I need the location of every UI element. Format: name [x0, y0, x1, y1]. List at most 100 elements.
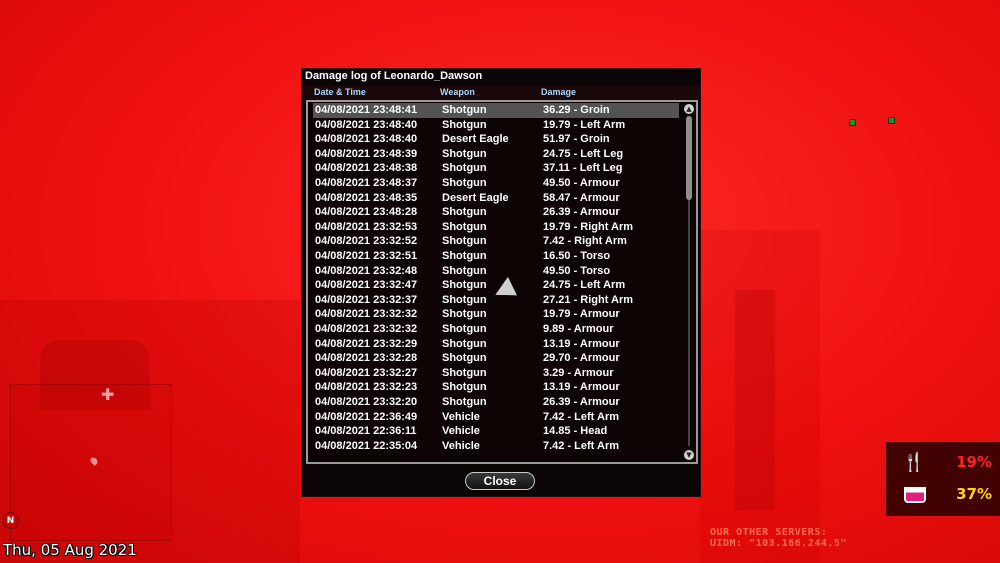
list-item[interactable]: 04/08/2021 23:32:52 Shotgun 7.42 - Right A… [313, 234, 679, 249]
cell-date: 04/08/2021 23:32:52 [315, 235, 418, 248]
cell-weapon: Shotgun [442, 118, 487, 131]
list-item[interactable]: 04/08/2021 23:32:20 Shotgun 26.39 - Armour [313, 395, 679, 410]
cell-date: 04/08/2021 23:48:40 [315, 118, 418, 131]
cell-date: 04/08/2021 23:48:28 [315, 206, 418, 219]
cell-date: 04/08/2021 23:48:37 [315, 177, 418, 189]
stats-hud: 🍴 19% 37% [886, 442, 1000, 516]
list-item[interactable]: 04/08/2021 23:48:40 Shotgun 19.79 - Left A… [313, 118, 679, 133]
dialog-title: Damage log of Leonardo_Dawson [305, 70, 483, 82]
hunger-value: 19% [956, 453, 992, 471]
list-item[interactable]: 04/08/2021 23:48:35 Desert Eagle 58.47 - A… [313, 191, 679, 206]
list-item[interactable]: 04/08/2021 22:36:49 Vehicle 7.42 - Left Ar… [313, 410, 679, 425]
cell-date: 04/08/2021 23:32:53 [315, 220, 418, 233]
list-item[interactable]: 04/08/2021 23:48:41 Shotgun 36.29 - Groin [313, 103, 679, 118]
radar-blip [888, 117, 895, 124]
cell-damage: 27.21 - Right Arm [543, 293, 634, 306]
cell-weapon: Shotgun [442, 235, 487, 248]
column-header-date[interactable]: Date & Time [314, 87, 366, 97]
world-shape [735, 290, 775, 510]
cell-weapon: Shotgun [442, 352, 487, 365]
list-item[interactable]: 04/08/2021 23:48:37 Shotgun 49.50 - Armour [313, 176, 679, 191]
cell-date: 04/08/2021 23:32:32 [315, 308, 418, 321]
list-item[interactable]: 04/08/2021 23:32:32 Shotgun 19.79 - Armour [313, 307, 679, 322]
server-line: UIDM: "103.166.244.5" [710, 538, 847, 549]
cell-damage: 13.19 - Armour [543, 337, 620, 350]
cell-date: 04/08/2021 23:32:32 [315, 323, 418, 335]
cell-damage: 7.42 - Left Arm [543, 410, 620, 423]
close-button[interactable]: Close [465, 472, 535, 490]
cell-damage: 19.79 - Left Arm [543, 118, 626, 131]
list-item[interactable]: 04/08/2021 23:32:47 Shotgun 24.75 - Left A… [313, 278, 679, 293]
radar-blip [849, 119, 856, 126]
cell-date: 04/08/2021 23:32:48 [315, 264, 418, 277]
list-item[interactable]: 04/08/2021 23:48:40 Desert Eagle 51.97 - G… [313, 132, 679, 147]
cell-date: 04/08/2021 23:48:41 [315, 104, 418, 116]
cell-date: 04/08/2021 23:32:47 [315, 279, 418, 292]
cell-date: 04/08/2021 23:32:51 [315, 250, 418, 262]
list-item[interactable]: 04/08/2021 23:48:38 Shotgun 37.11 - Left L… [313, 161, 679, 176]
list-item[interactable]: 04/08/2021 23:32:29 Shotgun 13.19 - Armour [313, 337, 679, 352]
cell-damage: 7.42 - Right Arm [543, 235, 627, 248]
cell-weapon: Shotgun [442, 381, 487, 394]
list-item[interactable]: 04/08/2021 23:32:53 Shotgun 19.79 - Right … [313, 220, 679, 235]
hospital-icon: ✚ [101, 385, 115, 404]
cell-damage: 49.50 - Armour [543, 177, 620, 189]
cell-weapon: Shotgun [442, 293, 487, 306]
cell-date: 04/08/2021 23:32:28 [315, 352, 418, 365]
cup-icon [904, 487, 926, 503]
scroll-down-icon[interactable]: ▼ [684, 450, 694, 460]
server-info: OUR OTHER SERVERS: UIDM: "103.166.244.5" [710, 527, 847, 549]
list-item[interactable]: 04/08/2021 23:32:32 Shotgun 9.89 - Armour [313, 322, 679, 337]
cell-damage: 49.50 - Torso [543, 264, 611, 277]
cell-date: 04/08/2021 23:32:29 [315, 337, 418, 350]
cell-damage: 58.47 - Armour [543, 191, 620, 204]
cell-date: 04/08/2021 23:48:35 [315, 191, 418, 204]
cell-damage: 13.19 - Armour [543, 381, 620, 394]
cell-damage: 16.50 - Torso [543, 250, 611, 262]
cell-weapon: Shotgun [442, 323, 487, 335]
cell-damage: 19.79 - Armour [543, 308, 620, 321]
cell-date: 04/08/2021 23:32:37 [315, 293, 418, 306]
list-item[interactable]: 04/08/2021 23:32:23 Shotgun 13.19 - Armour [313, 380, 679, 395]
list-item[interactable]: 04/08/2021 23:32:28 Shotgun 29.70 - Armour [313, 351, 679, 366]
scroll-thumb[interactable] [686, 116, 692, 200]
cell-weapon: Vehicle [442, 439, 480, 452]
list-item[interactable]: 04/08/2021 22:35:04 Vehicle 7.42 - Left Ar… [313, 439, 679, 454]
scroll-up-icon[interactable]: ▲ [684, 104, 694, 114]
cell-date: 04/08/2021 23:32:27 [315, 366, 418, 379]
cell-damage: 24.75 - Left Arm [543, 279, 626, 292]
cell-damage: 14.85 - Head [543, 425, 608, 438]
cell-date: 04/08/2021 22:35:04 [315, 439, 418, 452]
cell-weapon: Shotgun [442, 279, 487, 292]
cell-damage: 26.39 - Armour [543, 206, 620, 219]
cell-date: 04/08/2021 23:32:20 [315, 396, 418, 408]
column-headers: Date & Time Weapon Damage [302, 86, 700, 100]
cell-date: 04/08/2021 22:36:11 [315, 425, 417, 438]
cell-damage: 29.70 - Armour [543, 352, 620, 365]
thirst-row: 37% [886, 480, 1000, 510]
cell-damage: 3.29 - Armour [543, 366, 614, 379]
cell-weapon: Desert Eagle [442, 191, 509, 204]
list-item[interactable]: 04/08/2021 23:32:51 Shotgun 16.50 - Torso [313, 249, 679, 264]
server-line: OUR OTHER SERVERS: [710, 527, 828, 538]
minimap: ✚ [10, 384, 172, 541]
cell-damage: 37.11 - Left Leg [543, 162, 623, 175]
list-item[interactable]: 04/08/2021 23:32:48 Shotgun 49.50 - Torso [313, 264, 679, 279]
cell-weapon: Vehicle [442, 410, 480, 423]
damage-list[interactable]: ▲ ▼ 04/08/2021 23:48:41 Shotgun 36.29 - Gr… [306, 100, 698, 464]
cell-weapon: Shotgun [442, 206, 487, 219]
list-item[interactable]: 04/08/2021 23:48:28 Shotgun 26.39 - Armour [313, 205, 679, 220]
cell-damage: 51.97 - Groin [543, 133, 610, 146]
column-header-weapon[interactable]: Weapon [440, 87, 475, 97]
cell-weapon: Shotgun [442, 104, 487, 116]
cell-date: 04/08/2021 23:48:38 [315, 162, 418, 175]
cell-date: 04/08/2021 23:48:39 [315, 147, 418, 160]
scrollbar[interactable]: ▲ ▼ [684, 104, 694, 460]
list-item[interactable]: 04/08/2021 23:32:27 Shotgun 3.29 - Armour [313, 366, 679, 381]
north-compass-icon: N [2, 512, 19, 529]
list-item[interactable]: 04/08/2021 22:36:11 Vehicle 14.85 - Head [313, 424, 679, 439]
cell-weapon: Shotgun [442, 264, 487, 277]
thirst-value: 37% [956, 485, 992, 503]
column-header-damage[interactable]: Damage [541, 87, 576, 97]
list-item[interactable]: 04/08/2021 23:48:39 Shotgun 24.75 - Left L… [313, 147, 679, 162]
